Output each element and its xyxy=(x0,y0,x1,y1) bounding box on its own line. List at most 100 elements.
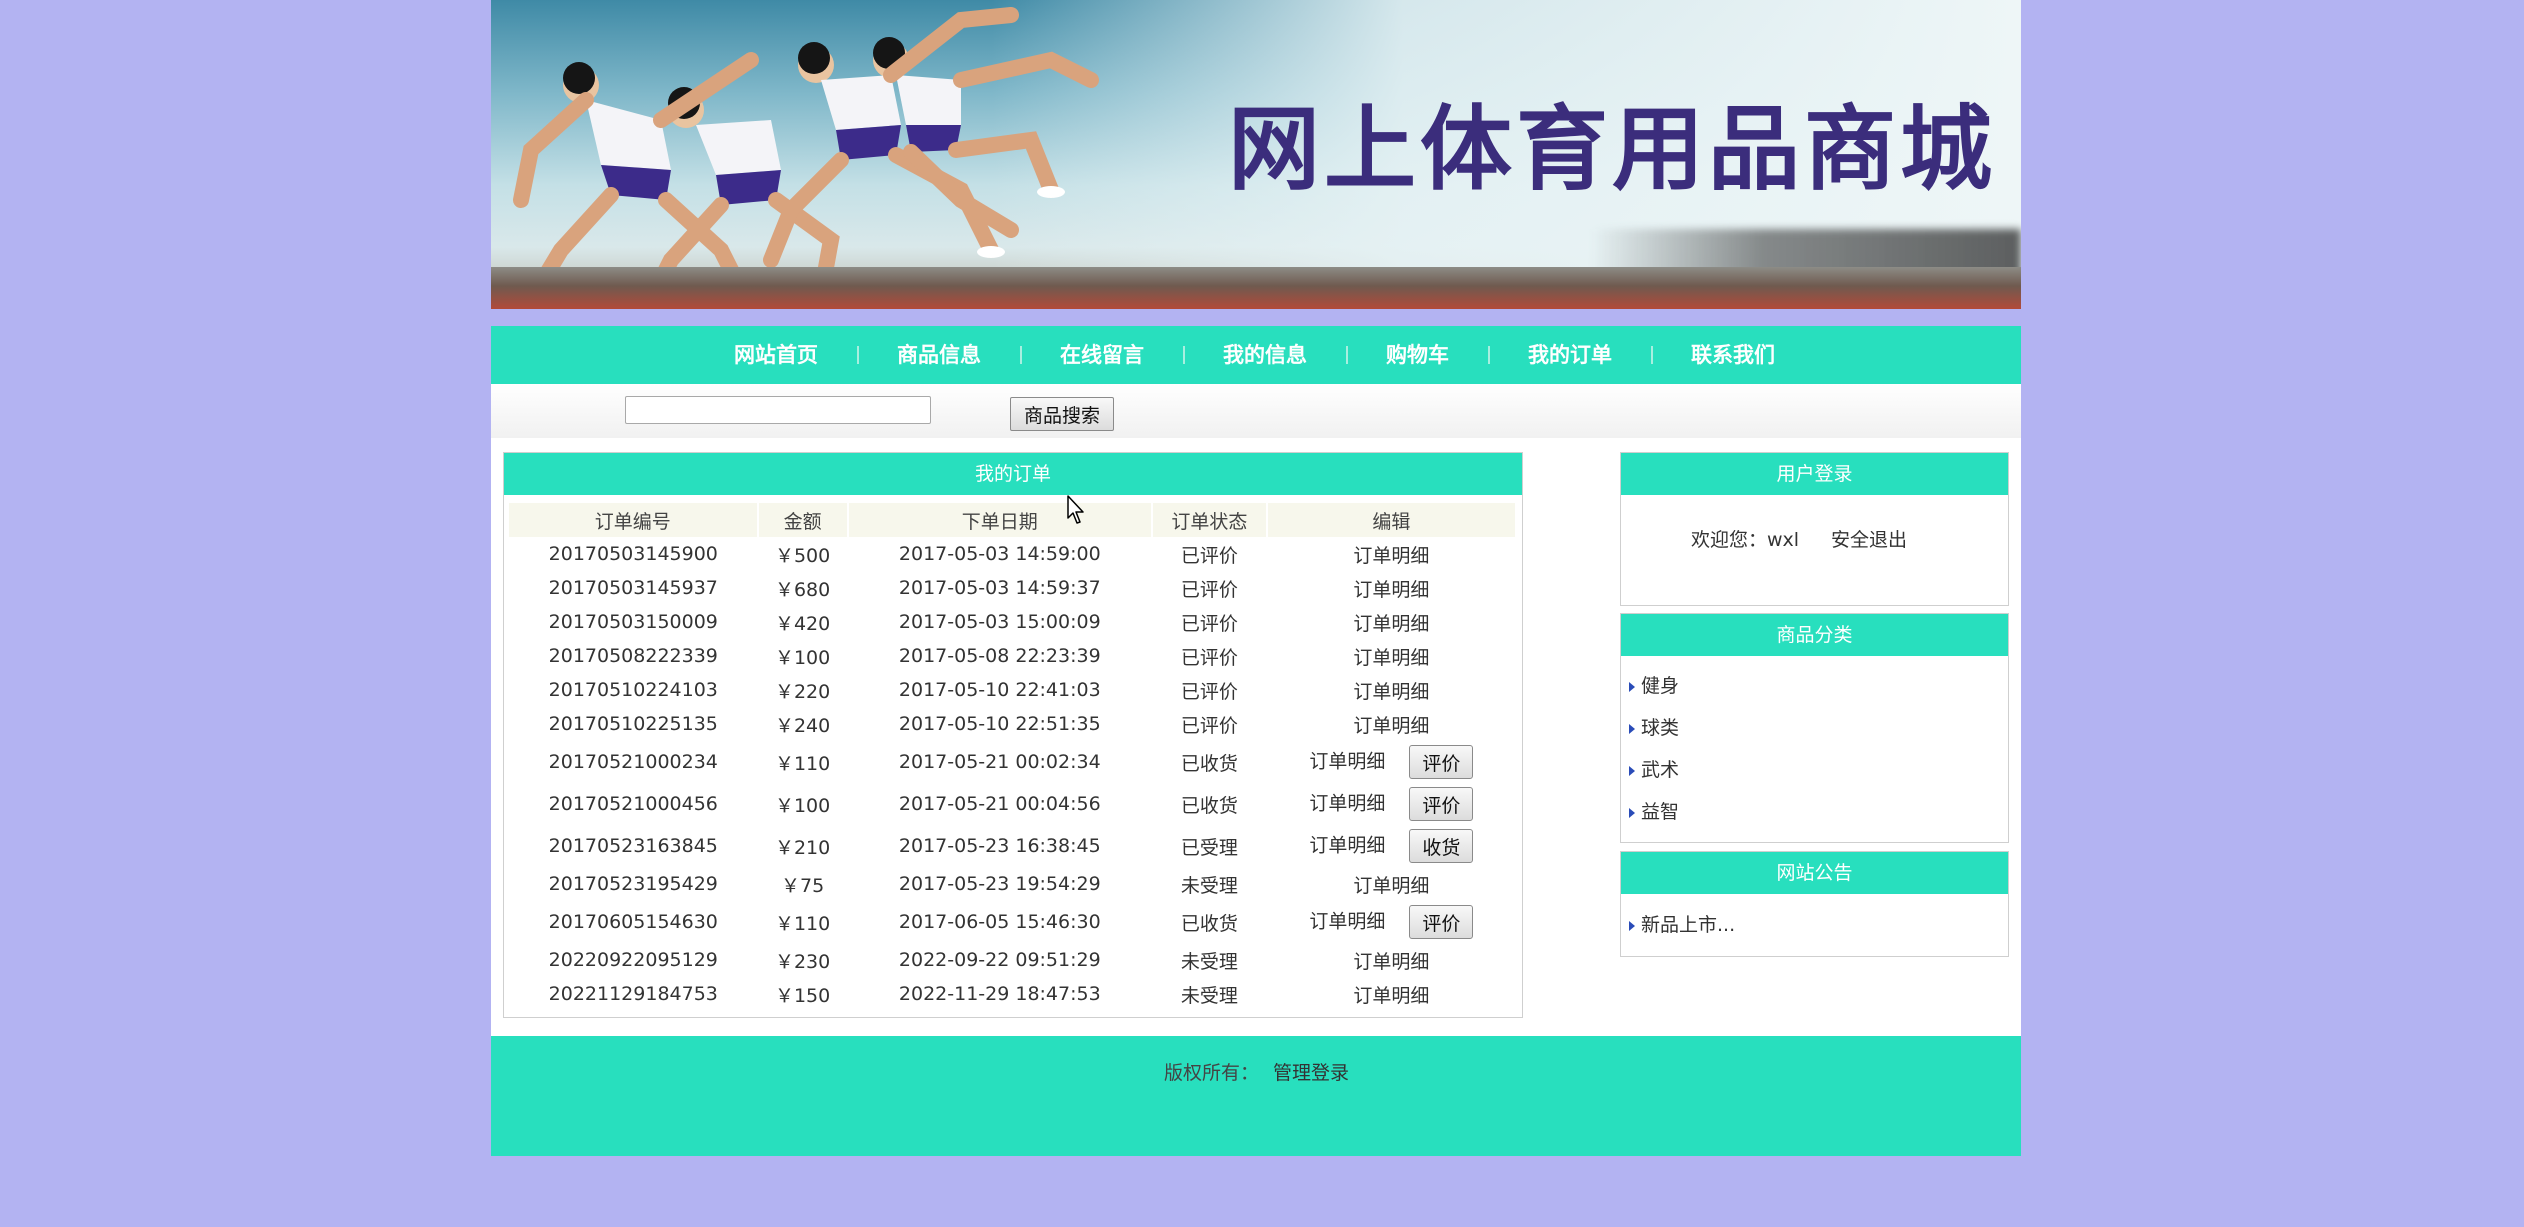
table-row: 20170510224103 ￥220 2017-05-10 22:41:03 … xyxy=(509,673,1516,707)
order-date: 2017-05-21 00:04:56 xyxy=(898,793,1101,815)
order-no: 20170521000456 xyxy=(548,793,718,815)
table-row: 20220922095129 ￥230 2022-09-22 09:51:29 … xyxy=(509,943,1516,977)
order-detail-link[interactable]: 订单明细 xyxy=(1353,647,1429,669)
main-content: 我的订单 订单编号 金额 下单日期 订单状态 编辑 20170503145900… xyxy=(491,438,2021,1036)
order-detail-link[interactable]: 订单明细 xyxy=(1353,545,1429,567)
table-row: 20221129184753 ￥150 2022-11-29 18:47:53 … xyxy=(509,977,1516,1011)
order-no: 20170523195429 xyxy=(548,873,718,895)
nav-item-contact[interactable]: 联系我们 xyxy=(1691,326,1775,384)
orders-table: 订单编号 金额 下单日期 订单状态 编辑 20170503145900 ￥500… xyxy=(509,503,1518,1011)
order-detail-link[interactable]: 订单明细 xyxy=(1353,681,1429,703)
order-date: 2017-05-21 00:02:34 xyxy=(898,751,1101,773)
nav-separator xyxy=(1488,346,1490,364)
order-detail-link[interactable]: 订单明细 xyxy=(1353,579,1429,601)
page: 网上体育用品商城 网站首页 商品信息 在线留言 我的信息 购物车 我的订单 联系… xyxy=(491,0,2021,1156)
order-amount: ￥75 xyxy=(781,874,825,897)
order-date: 2022-11-29 18:47:53 xyxy=(898,983,1101,1005)
arrow-bullet-icon xyxy=(1629,921,1635,931)
nav-item-messages[interactable]: 在线留言 xyxy=(1060,326,1144,384)
site-banner: 网上体育用品商城 xyxy=(491,0,2021,309)
order-amount: ￥210 xyxy=(774,836,831,859)
order-date: 2017-05-23 19:54:29 xyxy=(898,873,1101,895)
order-detail-link[interactable]: 订单明细 xyxy=(1309,751,1385,773)
order-status: 未受理 xyxy=(1180,984,1238,1007)
category-item[interactable]: 球类 xyxy=(1621,707,2008,749)
search-input[interactable] xyxy=(625,396,931,424)
order-status: 已评价 xyxy=(1180,612,1238,635)
receive-button[interactable]: 收货 xyxy=(1409,829,1474,863)
category-label: 益智 xyxy=(1641,801,1680,823)
category-list: 健身 球类 武术 益智 xyxy=(1621,665,2008,833)
column-header-date: 下单日期 xyxy=(847,503,1153,537)
order-no: 20170523163845 xyxy=(548,835,718,857)
order-detail-link[interactable]: 订单明细 xyxy=(1353,875,1429,897)
site-title: 网上体育用品商城 xyxy=(1228,96,1997,203)
arrow-bullet-icon xyxy=(1629,766,1635,776)
table-row: 20170523163845 ￥210 2017-05-23 16:38:45 … xyxy=(509,825,1516,867)
copyright-text: 版权所有： xyxy=(1164,1062,1260,1084)
logout-link[interactable]: 安全退出 xyxy=(1831,525,1907,552)
order-date: 2017-05-03 14:59:37 xyxy=(898,577,1101,599)
user-login-panel: 用户登录 欢迎您：wxl 安全退出 xyxy=(1620,452,2009,606)
notice-panel-title: 网站公告 xyxy=(1621,852,2008,894)
order-status: 已评价 xyxy=(1180,578,1238,601)
order-status: 已受理 xyxy=(1180,836,1238,859)
column-header-status: 订单状态 xyxy=(1151,503,1268,537)
nav-item-home[interactable]: 网站首页 xyxy=(734,326,818,384)
category-item[interactable]: 健身 xyxy=(1621,665,2008,707)
nav-list: 网站首页 商品信息 在线留言 我的信息 购物车 我的订单 联系我们 xyxy=(491,326,2021,384)
category-panel-title: 商品分类 xyxy=(1621,614,2008,656)
order-detail-link[interactable]: 订单明细 xyxy=(1353,613,1429,635)
notice-item[interactable]: 新品上市... xyxy=(1621,904,2008,946)
nav-separator xyxy=(857,346,859,364)
order-amount: ￥220 xyxy=(774,680,831,703)
site-footer: 版权所有： 管理登录 xyxy=(491,1036,2021,1156)
column-header-order-no: 订单编号 xyxy=(509,503,759,537)
order-detail-link[interactable]: 订单明细 xyxy=(1309,793,1385,815)
order-amount: ￥110 xyxy=(774,752,831,775)
nav-item-products[interactable]: 商品信息 xyxy=(897,326,981,384)
review-button[interactable]: 评价 xyxy=(1409,787,1474,821)
order-status: 未受理 xyxy=(1180,950,1238,973)
order-amount: ￥420 xyxy=(774,612,831,635)
order-detail-link[interactable]: 订单明细 xyxy=(1309,911,1385,933)
order-status: 已评价 xyxy=(1180,646,1238,669)
category-item[interactable]: 益智 xyxy=(1621,791,2008,833)
notice-list: 新品上市... xyxy=(1621,904,2008,946)
order-amount: ￥500 xyxy=(774,544,831,567)
order-no: 20170510225135 xyxy=(548,713,718,735)
order-status: 已收货 xyxy=(1180,794,1238,817)
search-bar: 商品搜索 xyxy=(491,384,2021,438)
table-row: 20170510225135 ￥240 2017-05-10 22:51:35 … xyxy=(509,707,1516,741)
order-detail-link[interactable]: 订单明细 xyxy=(1353,951,1429,973)
table-row: 20170523195429 ￥75 2017-05-23 19:54:29 未… xyxy=(509,867,1516,901)
nav-separator xyxy=(1183,346,1185,364)
order-amount: ￥100 xyxy=(774,646,831,669)
nav-separator xyxy=(1346,346,1348,364)
admin-login-link[interactable]: 管理登录 xyxy=(1273,1058,1349,1085)
order-detail-link[interactable]: 订单明细 xyxy=(1353,715,1429,737)
order-date: 2017-06-05 15:46:30 xyxy=(898,911,1101,933)
order-detail-link[interactable]: 订单明细 xyxy=(1309,835,1385,857)
category-item[interactable]: 武术 xyxy=(1621,749,2008,791)
nav-item-my-info[interactable]: 我的信息 xyxy=(1223,326,1307,384)
table-row: 20170521000456 ￥100 2017-05-21 00:04:56 … xyxy=(509,783,1516,825)
review-button[interactable]: 评价 xyxy=(1409,905,1474,939)
table-row: 20170503145900 ￥500 2017-05-03 14:59:00 … xyxy=(509,537,1516,571)
orders-panel-title: 我的订单 xyxy=(504,453,1522,495)
order-amount: ￥150 xyxy=(774,984,831,1007)
review-button[interactable]: 评价 xyxy=(1409,745,1474,779)
order-no: 20170605154630 xyxy=(548,911,718,933)
nav-item-my-orders[interactable]: 我的订单 xyxy=(1528,326,1612,384)
order-no: 20221129184753 xyxy=(548,983,718,1005)
order-date: 2017-05-23 16:38:45 xyxy=(898,835,1101,857)
arrow-bullet-icon xyxy=(1629,682,1635,692)
order-status: 已收货 xyxy=(1180,912,1238,935)
order-detail-link[interactable]: 订单明细 xyxy=(1353,985,1429,1007)
order-date: 2017-05-10 22:41:03 xyxy=(898,679,1101,701)
nav-item-cart[interactable]: 购物车 xyxy=(1386,326,1449,384)
order-no: 20170521000234 xyxy=(548,751,718,773)
order-status: 已评价 xyxy=(1180,544,1238,567)
search-button[interactable]: 商品搜索 xyxy=(1010,397,1114,431)
category-panel: 商品分类 健身 球类 武术 益智 xyxy=(1620,613,2009,843)
